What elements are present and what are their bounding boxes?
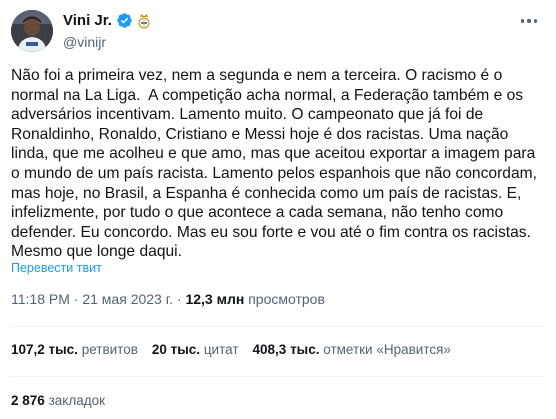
- quotes-label: цитат: [203, 342, 239, 357]
- divider: [11, 326, 545, 327]
- bookmarks-count: 2 876: [11, 393, 45, 408]
- tweet-time[interactable]: 11:18 PM: [11, 291, 70, 307]
- tweet-text: Não foi a primeira vez, nem a segunda e …: [11, 67, 542, 261]
- retweets-label: ретвитов: [81, 342, 138, 357]
- likes-stat[interactable]: 408,3 тыс. отметки «Нравится»: [253, 342, 451, 357]
- likes-count: 408,3 тыс.: [252, 342, 320, 357]
- quotes-stat[interactable]: 20 тыс. цитат: [152, 342, 239, 357]
- bookmarks-label: закладок: [48, 393, 105, 408]
- verified-badge-icon: [117, 13, 132, 28]
- retweets-count: 107,2 тыс.: [11, 342, 78, 357]
- tweet-meta: 11:18 PM · 21 мая 2023 г. · 12,3 млн про…: [11, 291, 325, 307]
- views-count: 12,3 млн: [185, 291, 245, 307]
- club-crest-icon: [138, 13, 150, 29]
- bookmarks-stat[interactable]: 2 876 закладок: [11, 393, 105, 408]
- translate-tweet-link[interactable]: Перевести твит: [11, 261, 102, 275]
- avatar[interactable]: [11, 10, 53, 52]
- more-options-icon[interactable]: [514, 10, 544, 32]
- author-handle[interactable]: @vinijr: [63, 34, 106, 50]
- author-display-name[interactable]: Vini Jr.: [63, 12, 112, 29]
- retweets-stat[interactable]: 107,2 тыс. ретвитов: [11, 342, 138, 357]
- views-label: просмотров: [248, 291, 325, 307]
- engagement-stats: 107,2 тыс. ретвитов 20 тыс. цитат 408,3 …: [11, 342, 451, 357]
- likes-label: отметки «Нравится»: [323, 342, 451, 357]
- divider: [11, 376, 545, 377]
- tweet-date[interactable]: 21 мая 2023 г.: [82, 291, 173, 307]
- quotes-count: 20 тыс.: [151, 342, 201, 357]
- tweet-card: Vini Jr. @vinijr Não foi a primeira vez,…: [0, 0, 556, 419]
